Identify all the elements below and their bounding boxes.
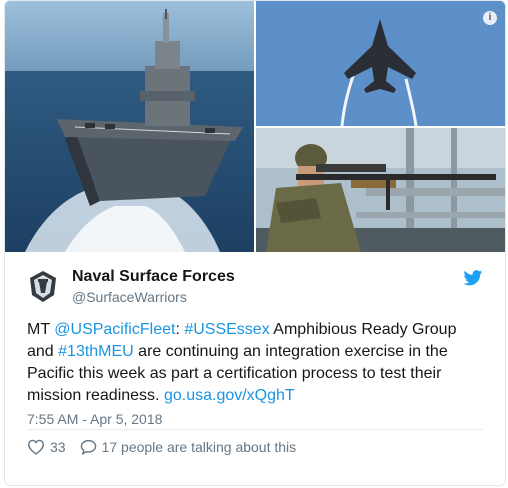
tweet-timestamp[interactable]: 7:55 AM - Apr 5, 2018 <box>27 411 162 427</box>
speech-bubble-icon <box>80 439 96 455</box>
conversation-link[interactable]: 17 people are talking about this <box>80 439 297 455</box>
tweet-card: i Naval Surface Forces @SurfaceWarriors … <box>4 0 506 486</box>
talking-count: 17 people are talking about this <box>101 439 297 455</box>
heart-icon <box>27 439 45 455</box>
sniper-photo[interactable] <box>256 128 505 252</box>
mention-uspacificfleet-link[interactable]: @USPacificFleet <box>54 321 175 338</box>
hashtag-ussessex-link[interactable]: #USSEssex <box>184 321 269 338</box>
tweet-header: Naval Surface Forces @SurfaceWarriors <box>5 253 505 309</box>
url-link[interactable]: go.usa.gov/xQghT <box>164 387 295 404</box>
author-handle[interactable]: @SurfaceWarriors <box>72 289 187 305</box>
jet-photo[interactable]: i <box>256 1 505 126</box>
tweet-text-segment: : <box>175 321 185 338</box>
info-icon[interactable]: i <box>483 11 497 25</box>
avatar-emblem-icon <box>30 271 56 302</box>
avatar[interactable] <box>27 269 59 303</box>
twitter-bird-icon[interactable] <box>463 270 483 286</box>
tweet-text: MT @USPacificFleet: #USSEssex Amphibious… <box>27 319 487 407</box>
divider <box>27 429 483 430</box>
ship-photo[interactable] <box>5 1 254 252</box>
like-button[interactable]: 33 <box>27 439 66 455</box>
author-name[interactable]: Naval Surface Forces <box>72 268 235 286</box>
tweet-actions: 33 17 people are talking about this <box>27 437 296 457</box>
like-count: 33 <box>50 439 66 455</box>
tweet-text-segment: MT <box>27 321 55 338</box>
hashtag-13thmeu-link[interactable]: #13thMEU <box>58 343 134 360</box>
